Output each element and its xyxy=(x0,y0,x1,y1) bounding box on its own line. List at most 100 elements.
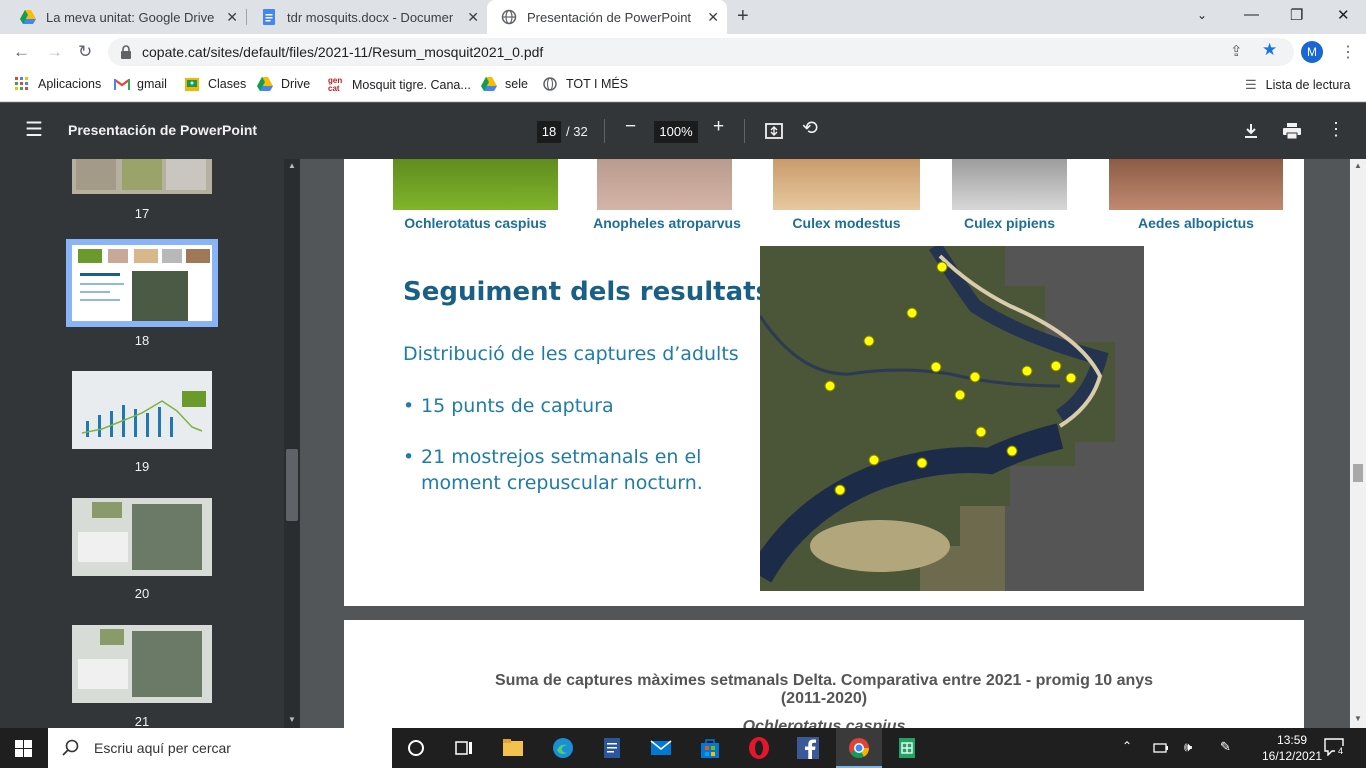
notification-center[interactable]: 4 xyxy=(1324,738,1346,758)
globe-icon xyxy=(543,77,557,91)
bookmark-tot-i-mes[interactable]: TOT I MÉS xyxy=(543,77,628,91)
tab-google-docs[interactable]: tdr mosquits.docx - Documents de Google … xyxy=(247,0,487,34)
share-icon[interactable]: ⇪ xyxy=(1230,42,1243,60)
thumbnail-number: 17 xyxy=(134,206,150,221)
facebook-icon[interactable] xyxy=(796,736,820,760)
more-actions-icon[interactable]: ⋮ xyxy=(1327,119,1345,140)
bookmark-drive[interactable]: Drive xyxy=(257,77,310,91)
reading-list-button[interactable]: ☰ Lista de lectura xyxy=(1245,77,1350,93)
pen-icon[interactable]: ✎ xyxy=(1220,739,1231,755)
zoom-input[interactable]: 100% xyxy=(654,121,698,143)
chart-title: Suma de captures màximes setmanals Delta… xyxy=(494,672,1154,707)
delta-satellite-map xyxy=(748,242,1144,591)
forward-icon[interactable]: → xyxy=(46,42,63,62)
bookmark-apps[interactable]: Aplicacions xyxy=(15,77,101,91)
new-tab-button[interactable]: + xyxy=(737,5,749,28)
taskbar-clock[interactable]: 13:59 16/12/2021 xyxy=(1262,732,1322,764)
pdf-viewer: Ochlerotatus caspius Anopheles atroparvu… xyxy=(300,159,1350,728)
thumbnail-number: 18 xyxy=(134,333,150,348)
store-icon[interactable] xyxy=(698,736,722,760)
back-icon[interactable]: ← xyxy=(13,42,30,62)
tab-powerpoint-pdf[interactable]: Presentación de PowerPoint ✕ xyxy=(487,0,727,34)
photo-anopheles-atroparvus xyxy=(597,159,732,210)
search-icon xyxy=(62,739,79,756)
pdf-toolbar: ☰ Presentación de PowerPoint 18 / 32 − 1… xyxy=(0,103,1366,159)
species-label: Aedes albopictus xyxy=(1138,215,1254,231)
scroll-down-icon[interactable]: ▼ xyxy=(288,715,296,724)
taskbar: Escriu aquí per cercar ⌃ 🕪 ✎ 13:59 16/12/… xyxy=(0,728,1366,768)
bookmark-star-icon[interactable]: ★ xyxy=(1262,40,1277,60)
thumbnail-21[interactable] xyxy=(72,625,212,703)
documents-app-icon[interactable] xyxy=(600,736,624,760)
bookmark-clases[interactable]: Clases xyxy=(185,77,246,91)
tab-search-icon[interactable]: ⌄ xyxy=(1197,8,1207,22)
main-scrollbar[interactable]: ▲ ▼ xyxy=(1350,159,1366,728)
file-explorer-icon[interactable] xyxy=(501,736,525,760)
close-tab-icon[interactable]: ✕ xyxy=(707,9,719,26)
download-icon[interactable] xyxy=(1244,123,1258,139)
hamburger-menu-icon[interactable]: ☰ xyxy=(25,117,43,142)
thumbnail-17[interactable] xyxy=(72,159,212,194)
taskbar-search-box[interactable]: Escriu aquí per cercar xyxy=(48,728,392,768)
page-total: / 32 xyxy=(566,124,588,139)
zoom-out-icon[interactable]: − xyxy=(625,116,636,138)
cortana-icon[interactable] xyxy=(404,736,428,760)
bullet-item: • 15 punts de captura xyxy=(403,395,614,417)
page-number-input[interactable]: 18 xyxy=(537,121,561,143)
windows-start-icon[interactable] xyxy=(15,740,32,757)
bookmark-label: Mosquit tigre. Cana... xyxy=(352,78,471,92)
main-scroll-thumb[interactable] xyxy=(1353,464,1363,482)
thumbnail-19[interactable] xyxy=(72,371,212,449)
edge-icon[interactable] xyxy=(551,736,575,760)
tab-google-drive[interactable]: La meva unitat: Google Drive ✕ xyxy=(6,0,246,34)
chevron-up-icon[interactable]: ⌃ xyxy=(1122,739,1132,753)
google-drive-icon xyxy=(481,77,497,91)
close-tab-icon[interactable]: ✕ xyxy=(226,9,238,26)
notification-count: 4 xyxy=(1335,746,1346,758)
mail-icon[interactable] xyxy=(649,736,673,760)
slide-subtitle: Distribució de les captures d’adults xyxy=(403,343,739,365)
reload-icon[interactable]: ↻ xyxy=(78,42,92,62)
thumbnail-18-selected[interactable] xyxy=(66,239,218,327)
bookmark-label: Clases xyxy=(208,77,247,91)
species-label: Anopheles atroparvus xyxy=(593,215,741,231)
volume-icon[interactable]: 🕪 xyxy=(1184,739,1192,755)
slide-title: Seguiment dels resultats xyxy=(403,277,772,307)
opera-icon[interactable] xyxy=(747,736,771,760)
restore-button[interactable]: ❐ xyxy=(1290,6,1303,24)
profile-avatar[interactable]: M xyxy=(1301,41,1323,63)
battery-icon[interactable] xyxy=(1153,741,1169,755)
fit-to-page-icon[interactable] xyxy=(765,123,783,139)
capture-points-map xyxy=(748,242,1144,591)
close-window-button[interactable]: ✕ xyxy=(1337,6,1350,24)
sidebar-scroll-thumb[interactable] xyxy=(286,449,298,521)
bookmark-sele[interactable]: sele xyxy=(481,77,528,91)
scroll-up-icon[interactable]: ▲ xyxy=(288,161,296,170)
chrome-taskbar-button[interactable] xyxy=(836,728,882,768)
gmail-icon xyxy=(114,79,130,90)
task-view-icon[interactable] xyxy=(452,736,476,760)
apps-grid-icon xyxy=(15,77,28,90)
rotate-icon[interactable]: ⟲ xyxy=(802,117,818,140)
zoom-in-icon[interactable]: + xyxy=(713,116,724,138)
tab-title: La meva unitat: Google Drive xyxy=(46,9,215,25)
bookmark-label: Aplicacions xyxy=(38,77,102,91)
close-tab-icon[interactable]: ✕ xyxy=(467,9,479,26)
lock-icon[interactable] xyxy=(120,45,132,59)
tab-title: tdr mosquits.docx - Documents de Google xyxy=(287,9,453,25)
spreadsheet-app-icon[interactable] xyxy=(895,736,919,760)
menu-kebab-icon[interactable]: ⋮ xyxy=(1340,42,1356,62)
document-title: Presentación de PowerPoint xyxy=(68,122,258,138)
bookmark-label: sele xyxy=(505,77,528,91)
thumbnail-20[interactable] xyxy=(72,498,212,576)
address-field[interactable]: copate.cat/sites/default/files/2021-11/R… xyxy=(108,38,1294,66)
print-icon[interactable] xyxy=(1283,123,1301,139)
globe-icon xyxy=(501,9,517,25)
scroll-down-icon[interactable]: ▼ xyxy=(1354,714,1362,723)
sidebar-scrollbar[interactable]: ▲ ▼ xyxy=(284,159,300,728)
bookmark-gmail[interactable]: gmail xyxy=(114,77,167,91)
bookmark-mosquit-tigre[interactable]: gen cat Mosquit tigre. Cana... xyxy=(328,77,471,93)
scroll-up-icon[interactable]: ▲ xyxy=(1354,161,1362,170)
reading-list-icon: ☰ xyxy=(1245,77,1257,92)
minimize-button[interactable]: — xyxy=(1244,6,1259,23)
